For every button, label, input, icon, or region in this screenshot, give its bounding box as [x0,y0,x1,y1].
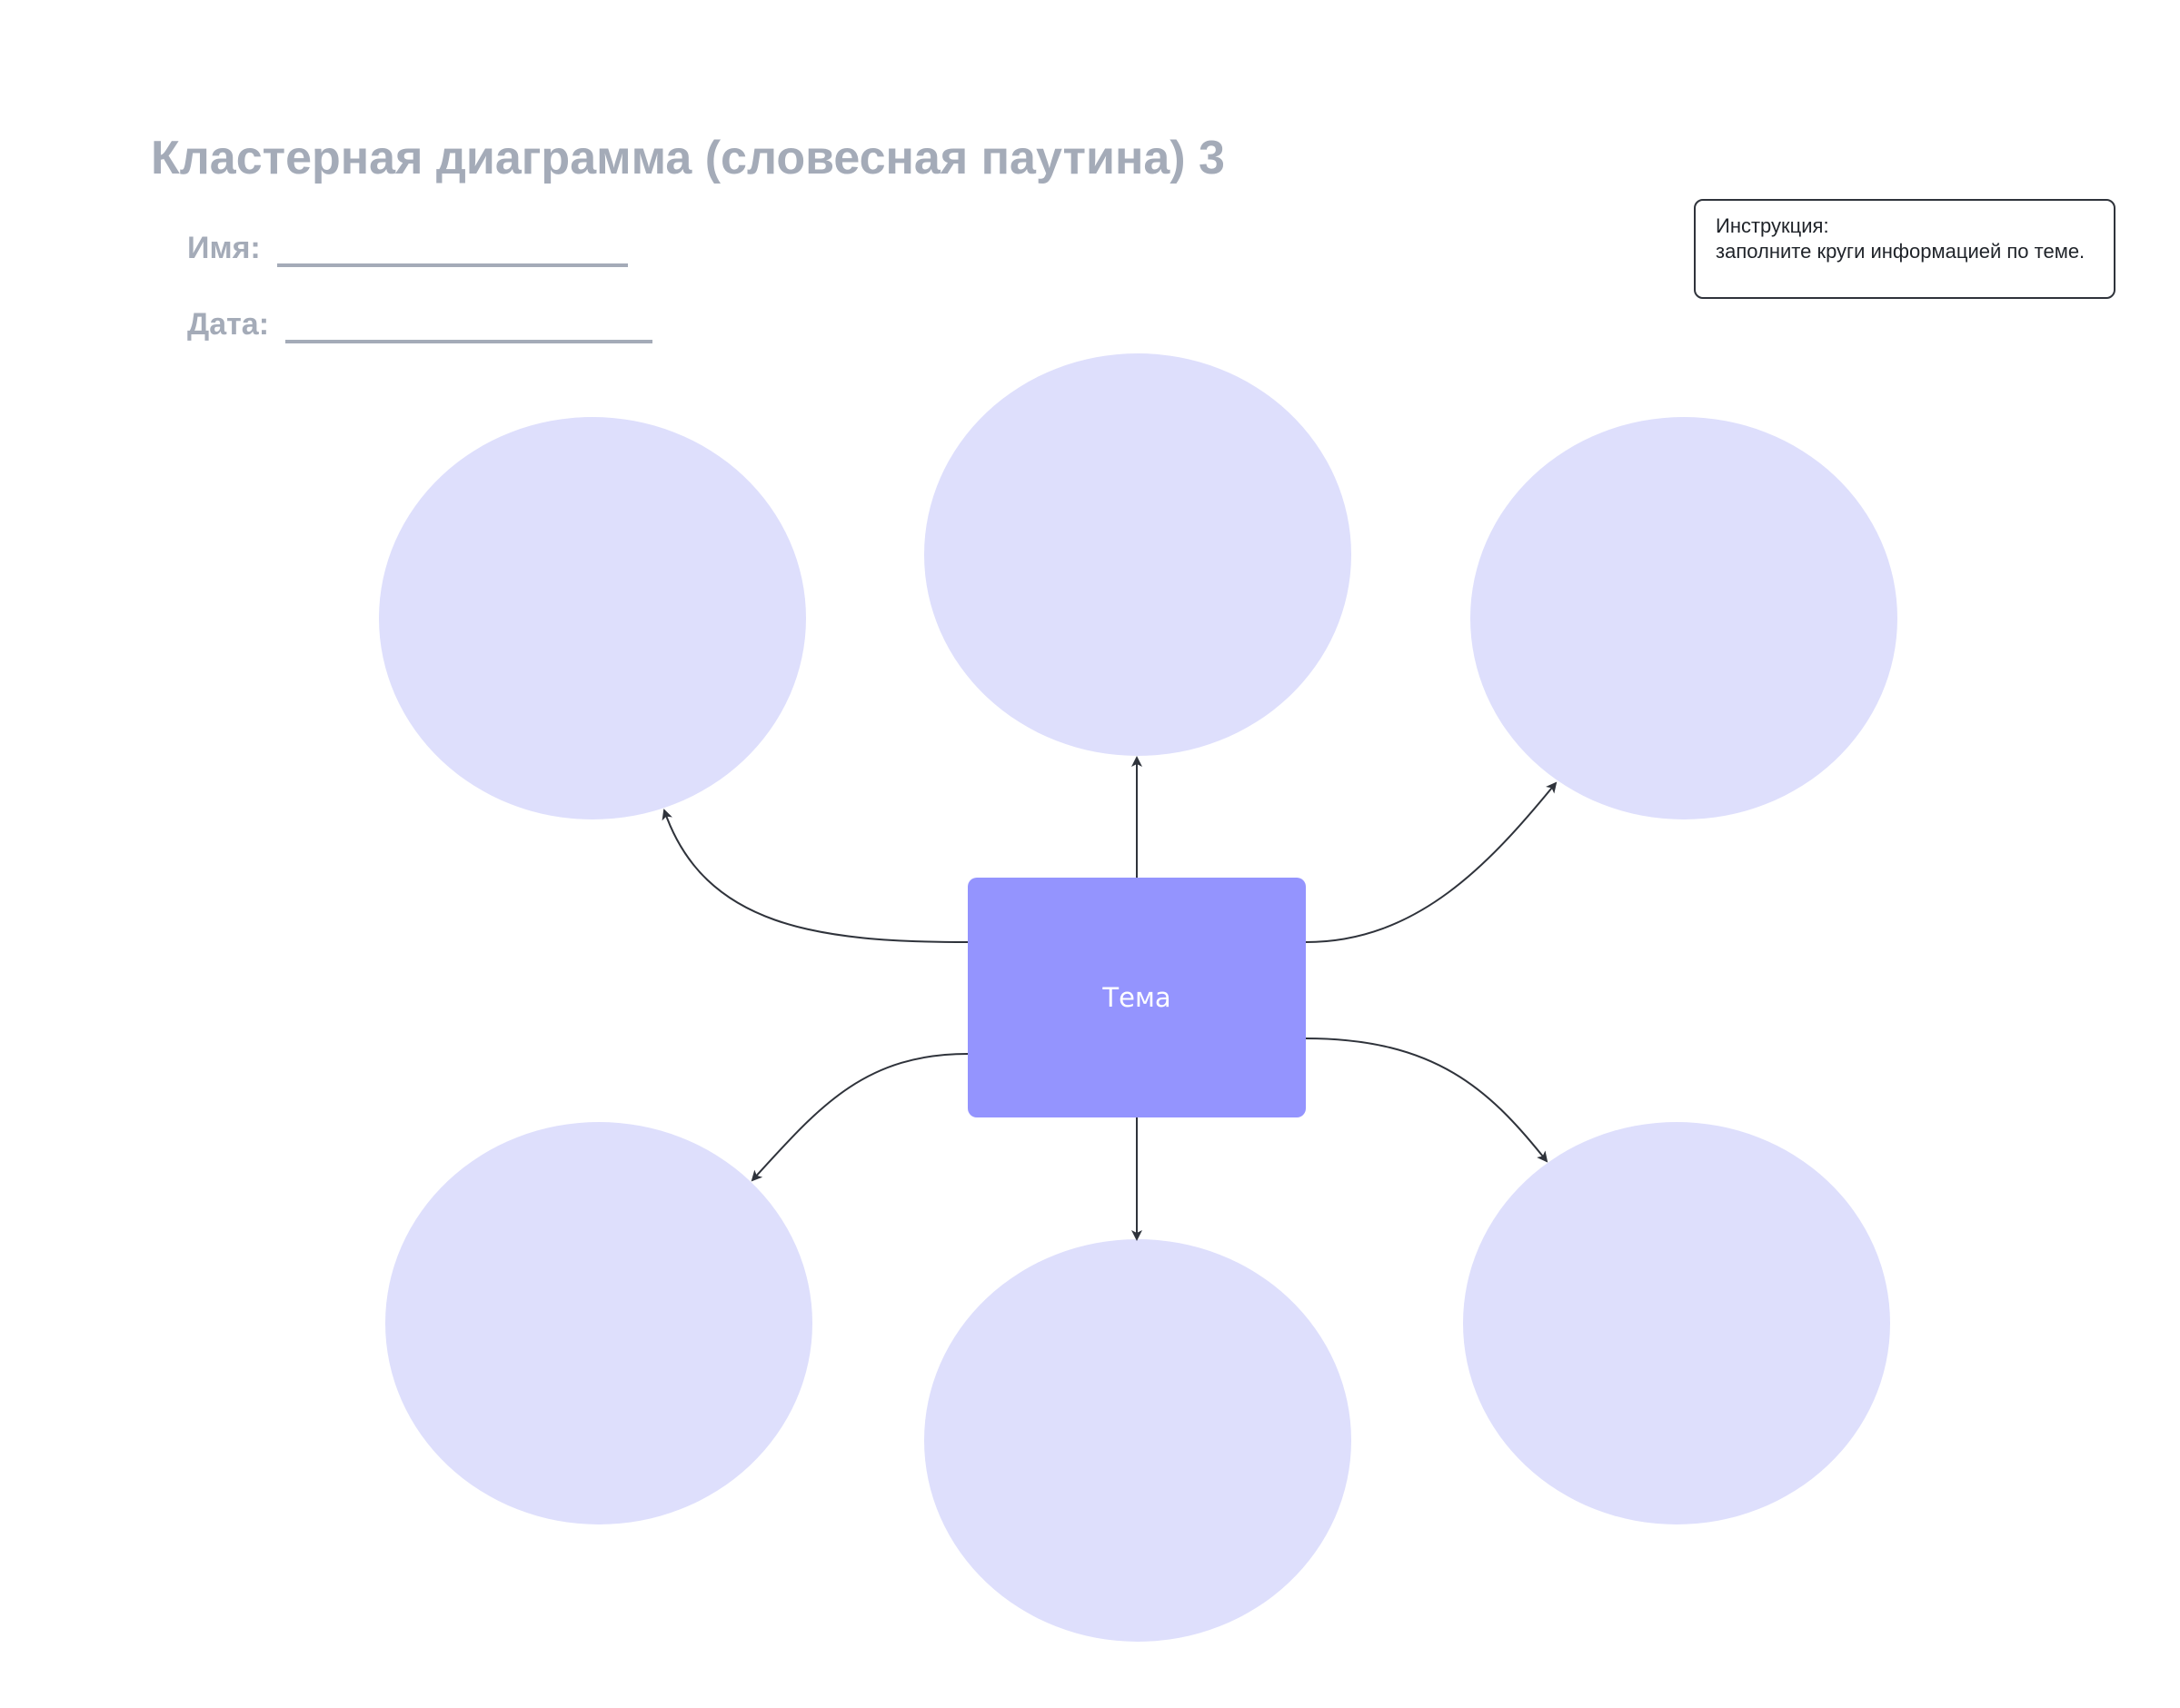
arrow-to-top-left [662,809,969,943]
arrow-to-bottom-right [1305,1038,1548,1163]
arrow-to-top-right [1305,781,1558,943]
topic-label: Тема [1102,982,1171,1013]
topic-box[interactable]: Тема [968,878,1306,1117]
arrow-to-bottom-left [751,1053,969,1182]
connectors [662,756,1558,1241]
